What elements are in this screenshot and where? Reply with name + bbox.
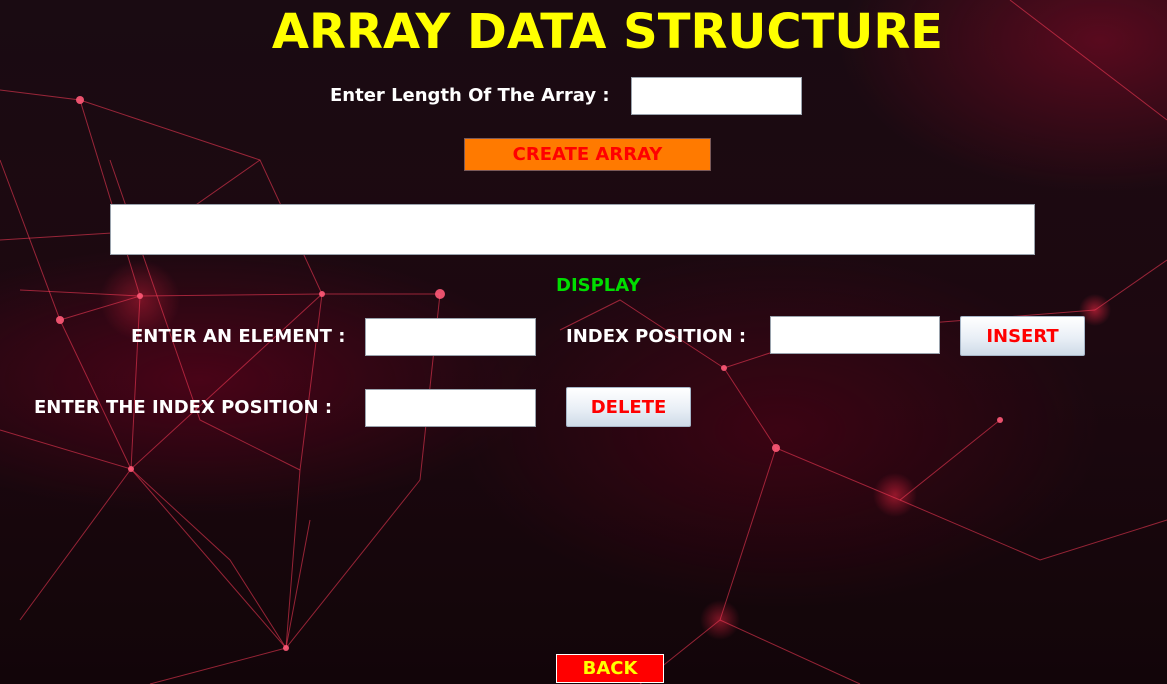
insert-index-label: INDEX POSITION :: [566, 326, 747, 347]
delete-index-label: ENTER THE INDEX POSITION :: [34, 397, 333, 418]
page-title: ARRAY DATA STRUCTURE: [271, 4, 944, 60]
array-length-input[interactable]: [631, 77, 802, 115]
delete-button[interactable]: DELETE: [566, 387, 691, 427]
enter-element-label: ENTER AN ELEMENT :: [131, 326, 346, 347]
element-input[interactable]: [365, 318, 536, 356]
array-length-label: Enter Length Of The Array :: [330, 85, 610, 106]
insert-button[interactable]: INSERT: [960, 316, 1085, 356]
create-array-button[interactable]: CREATE ARRAY: [464, 138, 711, 171]
back-button[interactable]: BACK: [556, 654, 664, 683]
delete-index-input[interactable]: [365, 389, 536, 427]
array-display-output[interactable]: [110, 204, 1035, 255]
insert-index-input[interactable]: [770, 316, 940, 354]
display-label: DISPLAY: [556, 275, 641, 296]
